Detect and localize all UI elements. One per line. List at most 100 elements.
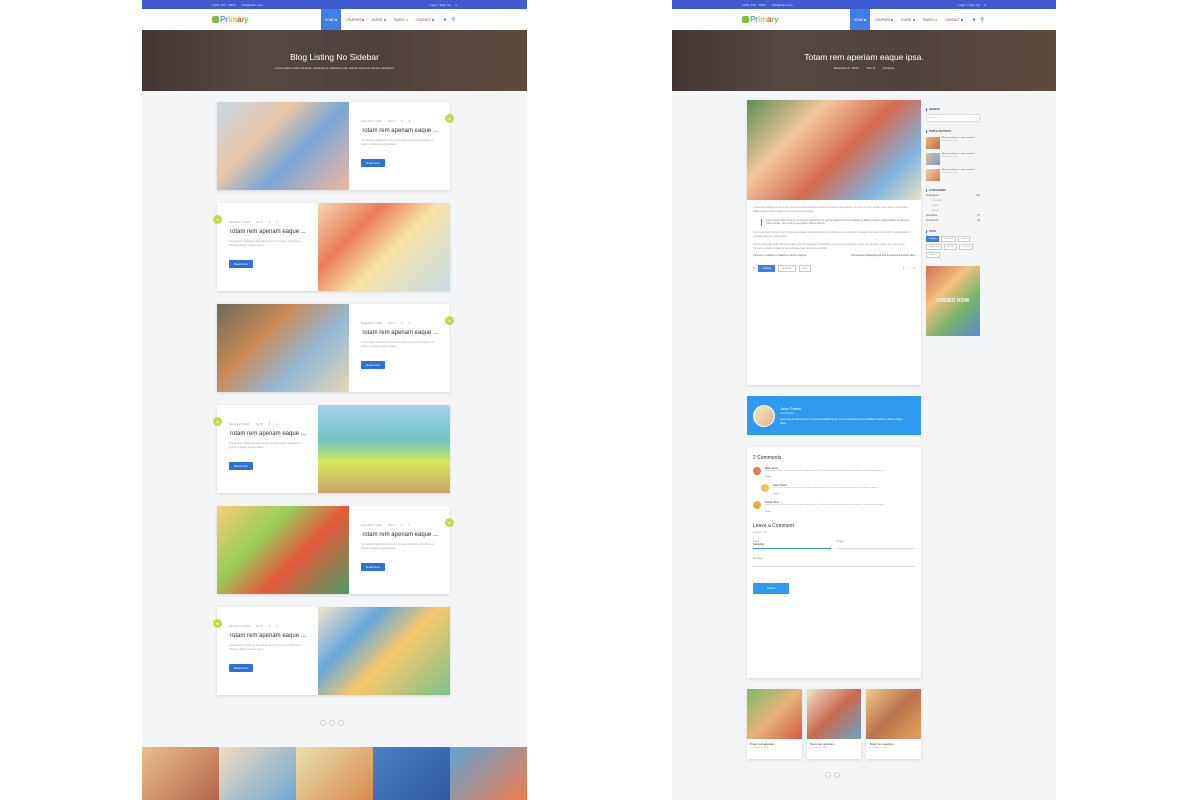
menu-item-pages[interactable]: PAGES	[390, 9, 412, 30]
blog-card-image[interactable]	[217, 304, 350, 392]
tag-chip[interactable]: Campus	[758, 265, 776, 273]
prev-page-button[interactable]: ‹	[825, 772, 831, 778]
logo[interactable]: Pr im a ry	[212, 15, 249, 24]
card-title[interactable]: Totam rem aperiam eaque ...	[361, 128, 438, 134]
card-title[interactable]: Totam rem aperiam eaque ...	[229, 229, 306, 235]
card-title[interactable]: Totam rem aperiam eaque ...	[361, 532, 438, 538]
prev-page-button[interactable]: ‹	[320, 720, 326, 726]
menu-item-event[interactable]: EVENT	[897, 9, 919, 30]
message-field[interactable]: Message	[753, 557, 915, 567]
order-now-banner[interactable]: ORDER NOW	[926, 266, 980, 336]
card-title[interactable]: Totam rem aperiam eaque ...	[361, 330, 438, 336]
tag-chip[interactable]: Workshops	[926, 244, 942, 250]
tag-chip[interactable]: Students	[778, 265, 796, 273]
user-icon[interactable]: ●	[984, 3, 986, 7]
blog-card[interactable]: December 6, 2016 Tom H 5 3 Totam rem aperia…	[217, 102, 454, 190]
next-post-link[interactable]: Consectetur adipiscing elit sed do eiusm…	[851, 254, 915, 257]
popular-post[interactable]: How to guide Ho a wider student? December…	[926, 137, 980, 149]
prev-post-link[interactable]: Previous: Incididunt ut labore et dolore…	[753, 254, 806, 257]
blog-card[interactable]: December 6, 2016 Tom H 5 3 Totam rem aperia…	[217, 304, 454, 392]
related-post[interactable]: Totam rem aperiam... December 6, 2016	[866, 689, 922, 759]
read-more-button[interactable]: Read more	[361, 159, 386, 167]
reply-link[interactable]: Reply	[765, 511, 884, 513]
read-more-button[interactable]: Read more	[361, 563, 386, 571]
search-input[interactable]: Search... ⚲	[926, 114, 980, 122]
user-icon[interactable]: ●	[455, 3, 457, 7]
menu-item-pages[interactable]: PAGES	[919, 9, 941, 30]
author-name[interactable]: Jane Parker	[780, 406, 910, 411]
footer-photo	[219, 747, 296, 800]
post-author[interactable]: Tom H	[866, 66, 875, 70]
blog-card-image[interactable]	[317, 203, 450, 291]
next-page-button[interactable]: ›	[834, 772, 840, 778]
card-excerpt: Consectetur adipiscing elit sed do eiusm…	[361, 543, 434, 550]
reply-link[interactable]: Reply	[765, 476, 884, 478]
category-item[interactable]: Junior	[926, 205, 980, 207]
tag-chip[interactable]: Fun	[798, 265, 811, 273]
name-field[interactable]: Name Samantha	[753, 540, 831, 549]
share-icon[interactable]: ➤	[903, 267, 905, 270]
card-title[interactable]: Totam rem aperiam eaque ...	[229, 431, 306, 437]
menu-item-home[interactable]: HOME	[849, 9, 871, 30]
blog-card[interactable]: December 6, 2016 Tom H 5 3 Totam rem aperia…	[217, 506, 454, 594]
menu-item-courses[interactable]: COURSES	[870, 9, 897, 30]
menu-item-home[interactable]: HOME	[320, 9, 342, 30]
logo[interactable]: Pr im a ry	[742, 15, 779, 24]
category-item[interactable]: Kindergarten (12)	[926, 195, 980, 197]
popular-post[interactable]: How to guide Ho a wider student? December…	[926, 169, 980, 181]
next-page-button[interactable]: ›	[338, 720, 344, 726]
read-more-button[interactable]: Read more	[361, 361, 386, 369]
category-item[interactable]: Accessories (8)	[926, 220, 980, 222]
menu-dot	[960, 18, 963, 21]
menu-item-contact[interactable]: CONTACT	[412, 9, 438, 30]
author-box: Jane Parker Administrator Lorem ipsum do…	[747, 396, 921, 435]
card-title[interactable]: Totam rem aperiam eaque ...	[229, 633, 306, 639]
email-field[interactable]: Email	[837, 540, 915, 549]
read-more-button[interactable]: Read more	[229, 462, 253, 470]
category-item[interactable]: Specialists (7)	[926, 215, 980, 217]
related-title[interactable]: Totam rem aperiam...	[807, 739, 862, 746]
related-title[interactable]: Totam rem aperiam...	[866, 739, 921, 746]
blog-card-image[interactable]	[317, 405, 450, 493]
menu-item-event[interactable]: EVENT	[368, 9, 390, 30]
related-post[interactable]: Totam rem aperiam... December 6, 2016	[806, 689, 862, 759]
menu-item-courses[interactable]: COURSES	[341, 9, 368, 30]
tag-chip[interactable]: Teacher	[943, 244, 958, 250]
read-more-button[interactable]: Read more	[229, 260, 253, 268]
post-category[interactable]: Campus	[883, 66, 894, 70]
search-icon[interactable]: ⚲	[975, 117, 977, 120]
submit-button[interactable]: Submit	[753, 582, 790, 594]
blog-card-image[interactable]	[317, 607, 450, 695]
tag-chip[interactable]: Campus	[926, 236, 940, 242]
related-title[interactable]: Totam rem aperiam...	[747, 739, 802, 746]
related-post[interactable]: Totam rem aperiam... December 6, 2016	[747, 689, 802, 759]
search-icon[interactable]: ⚲	[451, 17, 455, 23]
blog-card[interactable]: December 6, 2016 Tom H 5 3 Totam rem aperia…	[213, 203, 450, 291]
comment-icon[interactable]: ✉	[913, 267, 915, 270]
blog-card-image[interactable]	[217, 102, 350, 190]
camera-icon: ●	[213, 215, 222, 224]
tag-chip[interactable]: Learning	[959, 244, 973, 250]
reply-link[interactable]: Reply	[773, 493, 878, 495]
page-1-button[interactable]: 1	[329, 720, 335, 726]
link-icon: ●	[445, 316, 454, 325]
popular-post[interactable]: How to guide Ho a wider student? December…	[926, 153, 980, 165]
cart-icon[interactable]: ♦	[973, 17, 976, 23]
search-icon[interactable]: ⚲	[980, 17, 984, 23]
card-comments: 3	[408, 322, 410, 325]
category-item[interactable]: Senior	[926, 210, 980, 212]
login-link[interactable]: Login / Sign Up	[429, 3, 451, 7]
tag-chip[interactable]: Students	[926, 252, 940, 258]
login-link[interactable]: Login / Sign Up	[958, 3, 980, 7]
like-icon[interactable]: ♡	[908, 267, 910, 270]
read-more-button[interactable]: Read more	[229, 664, 253, 672]
blog-card-image[interactable]	[217, 506, 350, 594]
tags-title-text: TAGS	[929, 230, 937, 233]
menu-item-contact[interactable]: CONTACT	[941, 9, 967, 30]
category-item[interactable]: Preschool	[926, 200, 980, 202]
blog-card[interactable]: December 6, 2016 Tom H 5 3 Totam rem aperia…	[213, 607, 450, 695]
blog-card[interactable]: December 6, 2016 Tom H 5 3 Totam rem aperia…	[213, 405, 450, 493]
tag-chip[interactable]: School	[958, 236, 971, 242]
tag-chip[interactable]: Education	[941, 236, 957, 242]
cart-icon[interactable]: ♦	[444, 17, 447, 23]
